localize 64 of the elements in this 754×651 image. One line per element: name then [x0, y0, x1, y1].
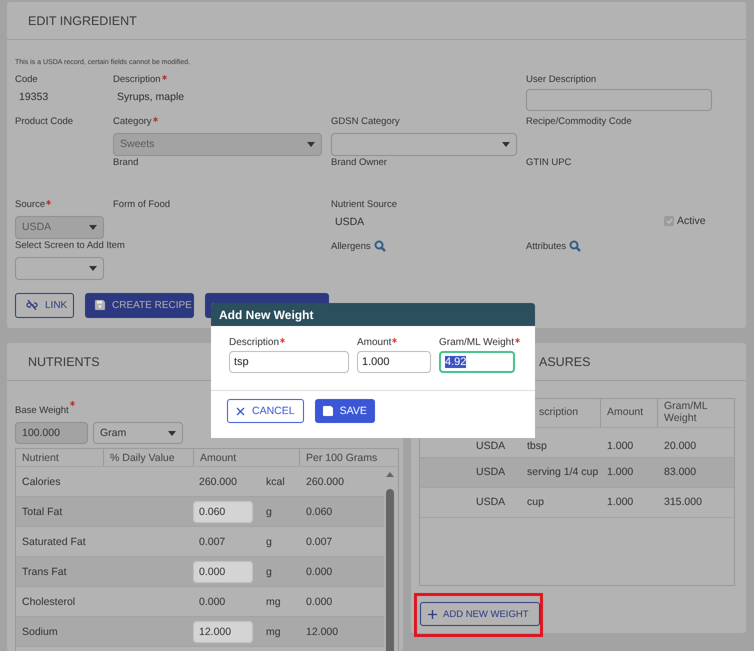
field-value: Syrups, maple — [116, 91, 184, 103]
table-cell-text: Total Fat — [21, 506, 64, 518]
table-cell-text: 20.000 — [663, 441, 698, 453]
table-cell-text: 83.000 — [663, 466, 698, 478]
field-value: 19353 — [18, 91, 48, 103]
field-label: Description — [229, 337, 349, 348]
table-cell-text: 0.000 — [305, 596, 334, 608]
column-header: Amount — [601, 399, 658, 427]
table-cell-text: serving 1/4 cup — [526, 466, 600, 478]
field-label: GDSN Category — [331, 116, 400, 126]
field-label: Amount — [357, 337, 431, 348]
table-cell-text: Calories — [21, 476, 62, 488]
table-cell-text: 0.060 — [305, 506, 334, 518]
table-cell-text: Cholesterol — [21, 596, 76, 608]
table-cell-text: tbsp — [526, 441, 548, 453]
table-cell-text: 260.000 — [305, 476, 345, 488]
table-cell-text: cup — [526, 496, 545, 508]
field-value: USDA — [334, 216, 364, 228]
table-cell-text: 0.007 — [305, 536, 334, 548]
table-cell-text: Trans Fat — [21, 566, 68, 578]
field-label: Source — [15, 198, 52, 210]
table-cell-text: Sodium — [21, 626, 59, 638]
column-header: % Daily Value — [104, 449, 194, 466]
field-label: Attributes — [526, 240, 566, 252]
field-label: Allergens — [331, 240, 371, 252]
field-label: Brand — [113, 157, 138, 168]
field-label: Brand Owner — [331, 157, 387, 168]
table-cell-text: g — [265, 536, 273, 548]
table-cell-text: mg — [265, 626, 282, 638]
field-label: Category — [113, 116, 158, 126]
table-cell-text: 1.000 — [606, 496, 634, 508]
column-header: Nutrient — [16, 449, 104, 466]
panel-title: ASURES — [539, 354, 590, 368]
field-label: Base Weight — [15, 405, 75, 416]
table-cell-text: 315.000 — [663, 496, 703, 508]
table-cell-text: USDA — [475, 496, 506, 508]
table-cell-text: USDA — [475, 466, 506, 478]
field-label: GTIN UPC — [526, 157, 572, 168]
table-cell-text: g — [265, 506, 273, 518]
checkbox-label: Active — [677, 214, 706, 226]
field-label: Product Code — [15, 116, 74, 126]
table-cell-text: mg — [265, 596, 282, 608]
field-label: Select Screen to Add Item — [15, 240, 125, 251]
table-cell-text: 1.000 — [606, 441, 634, 453]
field-label: Form of Food — [113, 198, 170, 210]
field-label: Recipe/Commodity Code — [526, 116, 632, 126]
table-cell-text: g — [265, 566, 273, 578]
table-cell-text: 12.000 — [305, 626, 340, 638]
field-label: Code — [15, 74, 38, 85]
column-header: Per 100 Grams — [305, 450, 378, 466]
column-header: Amount — [194, 449, 300, 466]
field-label: Nutrient Source — [331, 198, 398, 210]
table-cell-text: USDA — [475, 441, 506, 453]
table-cell-text: kcal — [265, 476, 286, 488]
panel-title: NUTRIENTS — [28, 354, 100, 368]
table-cell-text: 0.000 — [305, 566, 334, 578]
table-cell-text: 1.000 — [606, 466, 634, 478]
dialog-title: Add New Weight — [219, 308, 314, 322]
field-label: User Description — [526, 74, 596, 85]
panel-title: EDIT INGREDIENT — [28, 14, 137, 28]
field-label: Gram/ML Weight — [439, 337, 520, 348]
column-header: Gram/ML Weight — [663, 399, 708, 426]
table-cell-text: Saturated Fat — [21, 536, 87, 548]
field-label: Description — [113, 74, 167, 85]
